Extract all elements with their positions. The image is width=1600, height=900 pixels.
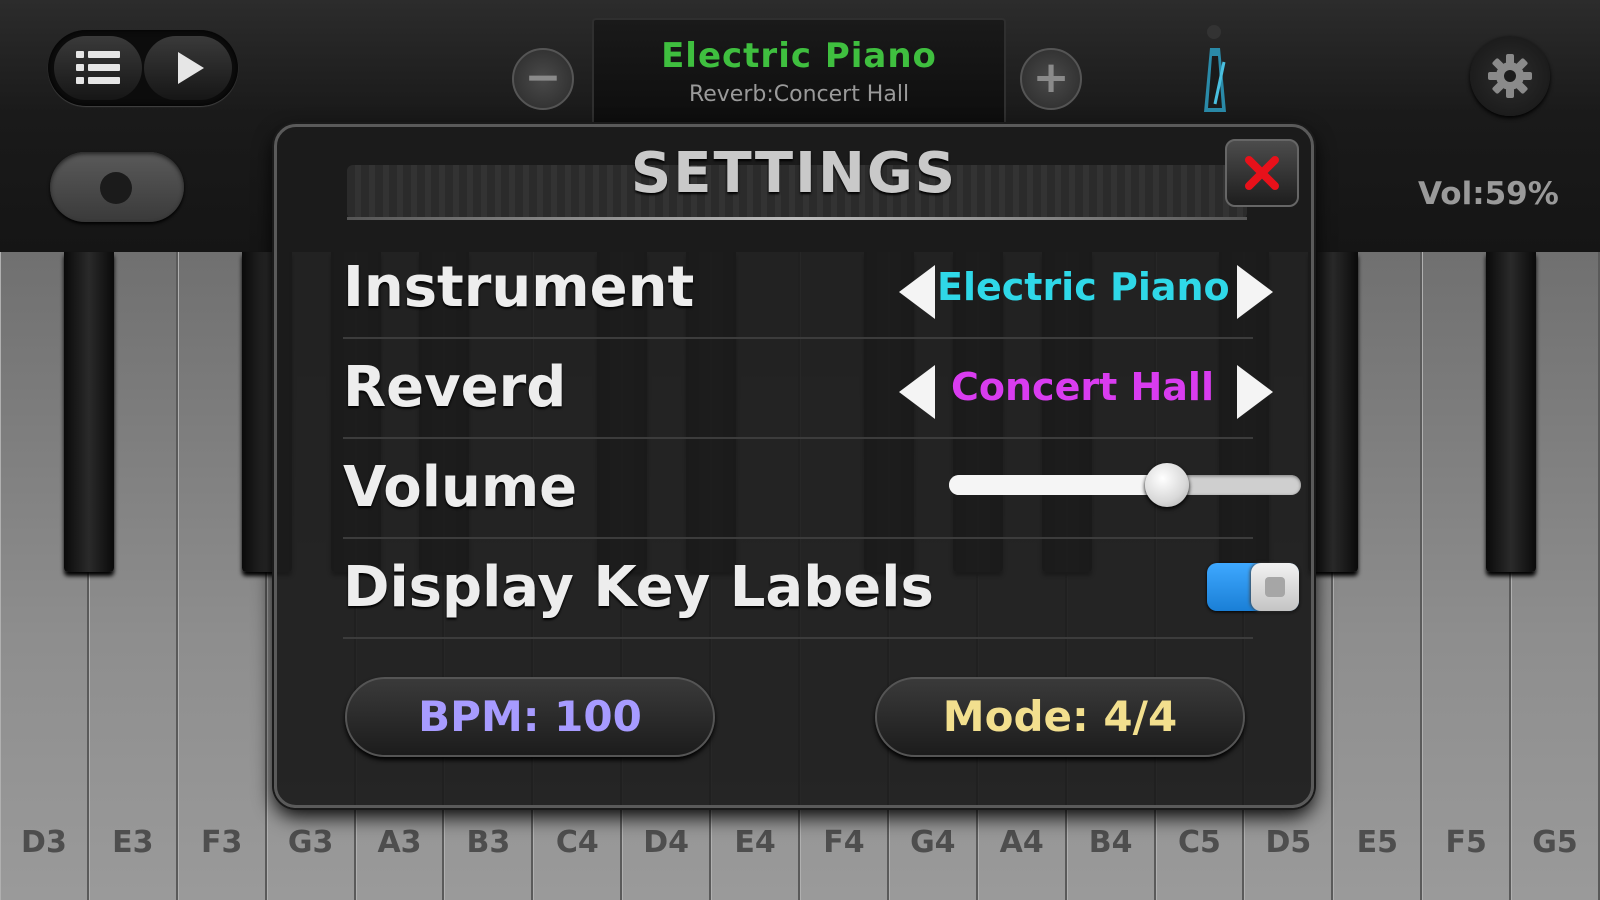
black-key[interactable]: [63, 252, 114, 572]
plus-button[interactable]: +: [1020, 48, 1082, 110]
menu-button[interactable]: [54, 36, 142, 100]
key-label: F3: [201, 825, 243, 860]
key-label: F5: [1445, 825, 1487, 860]
minus-icon: −: [524, 52, 562, 103]
dialog-title: SETTINGS: [630, 141, 958, 206]
bpm-button[interactable]: BPM: 100: [345, 677, 715, 757]
title-divider: [347, 217, 1247, 220]
display-instrument-name: Electric Piano: [661, 36, 937, 76]
key-label: E4: [734, 825, 776, 860]
volume-slider[interactable]: [949, 463, 1301, 507]
key-label: B3: [466, 825, 511, 860]
reverb-value: Concert Hall: [951, 365, 1214, 409]
black-key[interactable]: [1486, 252, 1537, 572]
menu-play-group: [48, 30, 238, 106]
reverb-next-arrow-icon[interactable]: [1237, 365, 1273, 419]
close-icon: [1245, 156, 1279, 190]
instrument-label: Instrument: [343, 255, 695, 320]
instrument-value: Electric Piano: [937, 265, 1230, 309]
gear-icon: [1488, 54, 1532, 98]
reverb-prev-arrow-icon[interactable]: [899, 365, 935, 419]
key-label: C4: [555, 825, 599, 860]
key-label: D3: [21, 825, 67, 860]
metronome-icon[interactable]: [1190, 22, 1240, 118]
key-label: G4: [910, 825, 956, 860]
volume-row: Volume: [343, 439, 1301, 539]
key-labels-toggle[interactable]: [1207, 563, 1299, 611]
toggle-knob: [100, 172, 132, 204]
key-label: G3: [287, 825, 334, 860]
key-labels-row: Display Key Labels: [343, 539, 1299, 639]
instrument-next-arrow-icon[interactable]: [1237, 265, 1273, 319]
settings-dialog: SETTINGS Instrument Electric Piano Rever…: [274, 124, 1314, 808]
reverb-label: Reverd: [343, 355, 567, 420]
mode-button[interactable]: Mode: 4/4: [875, 677, 1245, 757]
play-button[interactable]: [144, 36, 232, 100]
toggle-knob: [1251, 563, 1299, 611]
instrument-prev-arrow-icon[interactable]: [899, 265, 935, 319]
black-key[interactable]: [1308, 252, 1359, 572]
key-label: C5: [1178, 825, 1221, 860]
key-label: E3: [112, 825, 154, 860]
volume-slider-fill: [949, 475, 1168, 495]
volume-label: Volume: [343, 455, 578, 520]
key-label: D5: [1265, 825, 1312, 860]
play-icon: [178, 52, 204, 84]
minus-button[interactable]: −: [512, 48, 574, 110]
key-label: F4: [823, 825, 865, 860]
display-reverb-name: Reverb:Concert Hall: [688, 82, 910, 107]
key-label: A4: [999, 825, 1044, 860]
instrument-display: Electric Piano Reverb:Concert Hall: [592, 18, 1006, 128]
key-label: B4: [1088, 825, 1133, 860]
key-label: E5: [1356, 825, 1398, 860]
settings-button[interactable]: [1470, 36, 1550, 116]
plus-icon: +: [1032, 52, 1070, 103]
volume-readout: Vol:59%: [1418, 176, 1559, 212]
close-button[interactable]: [1225, 139, 1299, 207]
record-toggle[interactable]: [50, 152, 184, 222]
key-label: G5: [1532, 825, 1578, 860]
key-labels-label: Display Key Labels: [343, 555, 934, 620]
instrument-row: Instrument Electric Piano: [343, 239, 1273, 339]
list-icon: [76, 51, 120, 85]
key-label: A3: [377, 825, 422, 860]
reverb-row: Reverd Concert Hall: [343, 339, 1273, 439]
volume-slider-thumb[interactable]: [1145, 463, 1190, 507]
key-label: D4: [643, 825, 690, 860]
